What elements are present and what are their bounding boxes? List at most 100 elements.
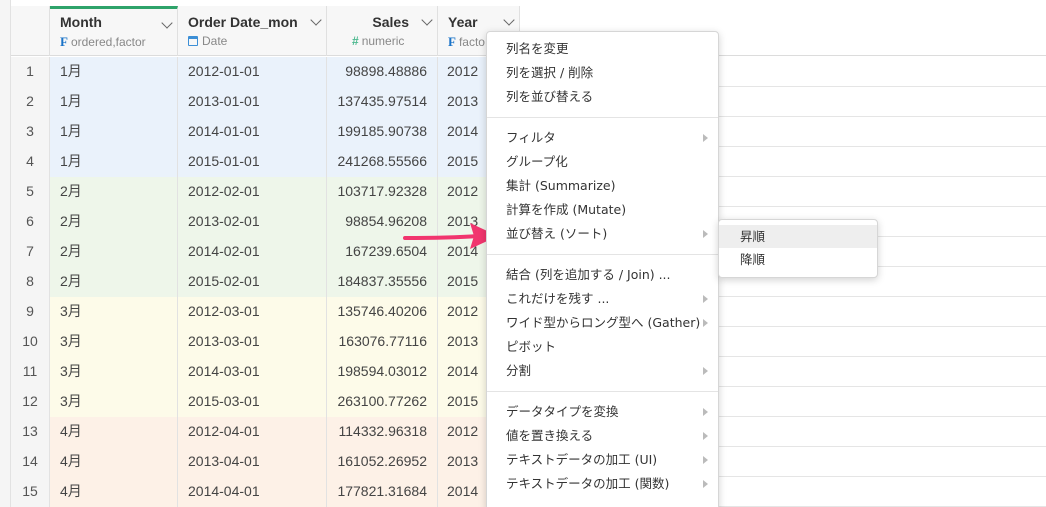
menu-item[interactable]: ピボット: [487, 335, 718, 359]
menu-item[interactable]: テキストデータの加工 (関数): [487, 472, 718, 496]
row-index-header: [11, 6, 50, 56]
menu-item-label: 結合 (列を追加する / Join) ...: [506, 267, 671, 282]
sales-cell: 167239.6504: [327, 237, 438, 267]
menu-divider: [487, 117, 718, 118]
factor-type-icon: F: [448, 34, 456, 49]
order-date-cell: 2013-04-01: [178, 447, 327, 477]
row-index-cell: 9: [11, 297, 50, 327]
menu-item[interactable]: テキストデータの加工 (UI): [487, 448, 718, 472]
order-date-cell: 2012-02-01: [178, 177, 327, 207]
numeric-type-icon: #: [352, 34, 359, 48]
menu-item[interactable]: グループ化: [487, 150, 718, 174]
menu-item-label: 列を並び替える: [506, 89, 594, 104]
menu-divider: [487, 254, 718, 255]
sales-cell: 184837.35556: [327, 267, 438, 297]
row-index-cell: 3: [11, 117, 50, 147]
column-header-month[interactable]: Month F ordered,factor: [50, 6, 178, 56]
month-cell: 1月: [50, 147, 178, 177]
menu-item-label: 並び替え (ソート): [506, 226, 608, 241]
order-date-cell: 2013-02-01: [178, 207, 327, 237]
menu-item-label: テキストデータの加工 (UI): [506, 452, 658, 467]
column-type-label: facto: [458, 35, 485, 49]
month-cell: 4月: [50, 447, 178, 477]
column-header-order-date[interactable]: Order Date_mon Date: [178, 6, 327, 56]
column-type: # numeric: [327, 34, 437, 48]
sort-submenu: 昇順 降順: [718, 219, 878, 278]
order-date-cell: 2012-01-01: [178, 57, 327, 87]
chevron-right-icon: [703, 134, 708, 142]
menu-item-label: ワイド型からロング型へ (Gather): [506, 315, 701, 330]
chevron-right-icon: [703, 408, 708, 416]
sales-cell: 163076.77116: [327, 327, 438, 357]
order-date-cell: 2012-04-01: [178, 417, 327, 447]
chevron-right-icon: [703, 432, 708, 440]
order-date-cell: 2014-03-01: [178, 357, 327, 387]
sales-cell: 241268.55566: [327, 147, 438, 177]
menu-item-label: データタイプを変換: [506, 404, 619, 419]
menu-item-label: これだけを残す ...: [506, 291, 610, 306]
column-name: Month: [60, 14, 102, 30]
order-date-cell: 2013-01-01: [178, 87, 327, 117]
order-date-cell: 2015-03-01: [178, 387, 327, 417]
row-index-cell: 8: [11, 267, 50, 297]
month-cell: 2月: [50, 177, 178, 207]
month-cell: 4月: [50, 477, 178, 507]
column-type-label: numeric: [361, 34, 405, 48]
calendar-icon: [188, 36, 198, 46]
menu-item-label: 計算を作成 (Mutate): [506, 202, 627, 217]
row-index-cell: 4: [11, 147, 50, 177]
order-date-cell: 2014-01-01: [178, 117, 327, 147]
menu-item[interactable]: これだけを残す ...: [487, 287, 718, 311]
menu-item[interactable]: 計算を作成 (Mutate): [487, 198, 718, 222]
sales-cell: 199185.90738: [327, 117, 438, 147]
row-index-cell: 7: [11, 237, 50, 267]
chevron-right-icon: [703, 295, 708, 303]
sort-ascending-item[interactable]: 昇順: [719, 225, 877, 248]
menu-item[interactable]: 集計 (Summarize): [487, 174, 718, 198]
row-index-cell: 14: [11, 447, 50, 477]
menu-item-label: 列名を変更: [506, 41, 569, 56]
menu-item-label: ピボット: [506, 339, 557, 354]
menu-item[interactable]: 列名を変更: [487, 37, 718, 61]
menu-item[interactable]: 結合 (列を追加する / Join) ...: [487, 263, 718, 287]
menu-item[interactable]: 並び替え (ソート): [487, 222, 718, 246]
month-cell: 2月: [50, 267, 178, 297]
column-name: Order Date_mon: [188, 14, 298, 30]
menu-item-label: 分割: [506, 363, 532, 378]
sales-cell: 98898.48886: [327, 57, 438, 87]
menu-item-label: 集計 (Summarize): [506, 178, 616, 193]
factor-type-icon: F: [60, 34, 68, 49]
order-date-cell: 2013-03-01: [178, 327, 327, 357]
column-header-sales[interactable]: Sales # numeric: [327, 6, 438, 56]
sales-cell: 137435.97514: [327, 87, 438, 117]
sales-cell: 263100.77262: [327, 387, 438, 417]
row-index-cell: 11: [11, 357, 50, 387]
row-index-cell: 13: [11, 417, 50, 447]
column-type: Date: [188, 34, 326, 48]
month-cell: 1月: [50, 87, 178, 117]
chevron-right-icon: [703, 367, 708, 375]
menu-item[interactable]: データタイプを変換: [487, 400, 718, 424]
menu-item[interactable]: 分割: [487, 359, 718, 383]
chevron-right-icon: [703, 230, 708, 238]
sales-cell: 198594.03012: [327, 357, 438, 387]
menu-item[interactable]: フィルタ: [487, 126, 718, 150]
menu-item[interactable]: 列を選択 / 削除: [487, 61, 718, 85]
sales-cell: 103717.92328: [327, 177, 438, 207]
menu-item[interactable]: 値を置き換える: [487, 424, 718, 448]
order-date-cell: 2014-02-01: [178, 237, 327, 267]
menu-item-label: 列を選択 / 削除: [506, 65, 594, 80]
chevron-right-icon: [703, 480, 708, 488]
month-cell: 2月: [50, 237, 178, 267]
sort-descending-item[interactable]: 降順: [719, 248, 877, 271]
menu-item[interactable]: ワイド型からロング型へ (Gather): [487, 311, 718, 335]
month-cell: 3月: [50, 297, 178, 327]
column-type-label: ordered,factor: [70, 35, 146, 49]
month-cell: 3月: [50, 357, 178, 387]
month-cell: 3月: [50, 327, 178, 357]
menu-item[interactable]: 列を並び替える: [487, 85, 718, 109]
sales-cell: 135746.40206: [327, 297, 438, 327]
month-cell: 2月: [50, 207, 178, 237]
sales-cell: 114332.96318: [327, 417, 438, 447]
row-index-cell: 1: [11, 57, 50, 87]
